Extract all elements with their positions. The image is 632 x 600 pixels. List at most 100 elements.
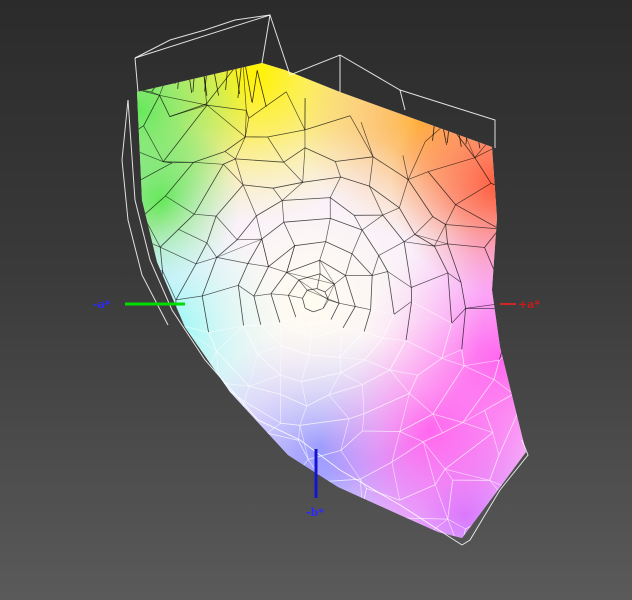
mesh-edge — [516, 406, 525, 415]
mesh-edge — [137, 322, 138, 330]
mesh-edge — [235, 432, 268, 462]
mesh-edge — [341, 516, 366, 533]
mesh-edge — [328, 531, 342, 538]
mesh-edge — [207, 471, 240, 500]
mesh-edge — [203, 519, 221, 533]
mesh-edge — [237, 516, 279, 519]
mesh-edge — [203, 63, 248, 73]
mesh-edge — [187, 382, 220, 406]
mesh-edge — [362, 506, 367, 518]
mesh-edge — [502, 105, 511, 125]
mesh-edge — [164, 323, 177, 358]
mesh-edge — [447, 112, 457, 123]
mesh-edge — [137, 323, 161, 330]
mesh-edge — [164, 532, 204, 538]
mesh-edge — [235, 460, 248, 481]
mesh-edge — [285, 459, 309, 488]
mesh-edge — [160, 323, 165, 358]
mesh-edge — [362, 430, 400, 432]
mesh-edge — [502, 120, 517, 126]
mesh-edge — [150, 494, 165, 538]
mesh-edge — [457, 63, 477, 75]
mesh-edge — [182, 444, 184, 448]
mesh-edge — [247, 480, 287, 488]
mesh-edge — [206, 103, 208, 106]
mesh-edge — [285, 486, 290, 498]
mesh-edge — [187, 378, 193, 406]
mesh-edge — [498, 197, 524, 230]
mesh-edge — [137, 368, 156, 412]
mesh-edge — [85, 235, 132, 268]
mesh-edge — [183, 446, 209, 472]
mesh-edge — [465, 98, 472, 145]
mesh-edge — [409, 66, 433, 94]
mesh-edge — [220, 516, 238, 520]
mesh-edge — [142, 440, 160, 494]
mesh-edge — [521, 266, 526, 303]
mesh-edge — [182, 444, 237, 462]
mesh-edge — [137, 356, 165, 370]
mesh-edge — [142, 493, 152, 496]
mesh-edge — [137, 322, 161, 325]
mesh-edge — [508, 351, 526, 362]
mesh-edge — [513, 385, 526, 395]
mesh-edge — [122, 329, 135, 369]
mesh-edge — [279, 394, 282, 424]
mesh-edge — [516, 120, 526, 133]
mesh-edge — [182, 419, 195, 445]
mesh-edge — [182, 405, 189, 445]
mesh-edge — [187, 405, 241, 419]
mesh-edge — [160, 270, 163, 324]
mesh-edge — [137, 476, 143, 494]
mesh-edge — [137, 510, 165, 538]
mesh-edge — [151, 494, 223, 510]
mesh-edge — [495, 146, 526, 178]
mesh-edge — [164, 356, 193, 379]
mesh-edge — [137, 410, 155, 419]
mesh-edge — [238, 496, 290, 500]
mesh-edge — [219, 519, 234, 538]
mesh-edge — [238, 480, 248, 500]
mesh-edge — [495, 124, 504, 148]
mesh-edge — [172, 63, 204, 73]
neg-b-axis-label: -b* — [306, 506, 325, 519]
mesh-edge — [365, 517, 387, 538]
mesh-edge — [191, 367, 210, 379]
mesh-edge — [483, 101, 494, 147]
mesh-edge — [142, 270, 163, 274]
mesh-edge — [508, 306, 521, 353]
mesh-edge — [207, 460, 237, 472]
mesh-edge — [432, 92, 448, 123]
mesh-edge — [277, 497, 290, 519]
mesh-edge — [137, 435, 143, 494]
mesh-edge — [154, 410, 194, 420]
mesh-edge — [137, 418, 160, 442]
neg-a-axis-label: -a* — [93, 298, 111, 311]
mesh-edge — [457, 73, 511, 107]
mesh-edge — [219, 509, 223, 520]
mesh-edge — [148, 63, 158, 84]
pos-a-axis-label: +a* — [518, 298, 541, 311]
mesh-edge — [277, 518, 329, 538]
mesh-edge — [187, 405, 195, 420]
mesh-edge — [523, 385, 526, 407]
mesh-edge — [516, 414, 526, 433]
mesh-edge — [203, 532, 234, 538]
mesh-edge — [137, 493, 143, 511]
mesh-edge — [465, 308, 515, 310]
mesh-edge — [236, 516, 254, 538]
mesh-edge — [490, 182, 524, 198]
mesh-edge — [219, 499, 240, 520]
mesh-edge — [160, 63, 167, 80]
mesh-edge — [236, 499, 240, 517]
mesh-edge — [502, 124, 526, 133]
mesh-edge — [513, 393, 524, 407]
mesh-edge — [523, 197, 526, 236]
mesh-edge — [222, 499, 240, 510]
mesh-edge — [130, 369, 135, 383]
mesh-edge — [150, 441, 160, 496]
mesh-edge — [118, 235, 132, 238]
mesh-edge — [158, 440, 184, 448]
mesh-edge — [154, 405, 188, 412]
mesh-edge — [246, 432, 268, 481]
